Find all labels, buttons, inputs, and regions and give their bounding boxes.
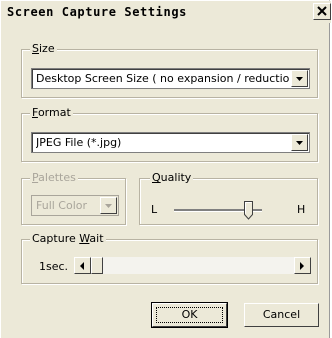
format-select[interactable]: JPEG File (*.jpg) — [31, 132, 310, 153]
focus-rect — [156, 307, 223, 323]
close-x-icon — [317, 6, 327, 16]
scroll-left-button[interactable] — [74, 257, 91, 274]
dropdown-arrow-icon — [296, 77, 303, 81]
arrow-left-icon — [80, 262, 84, 270]
palettes-dropdown-button — [100, 197, 117, 214]
scroll-right-button[interactable] — [294, 257, 311, 274]
size-group: Size Desktop Screen Size ( no expansion … — [21, 42, 318, 98]
format-group: Format JPEG File (*.jpg) — [21, 106, 318, 162]
window-title: Screen Capture Settings — [7, 5, 187, 19]
size-select[interactable]: Desktop Screen Size ( no expansion / red… — [31, 68, 310, 89]
capture-wait-scrollbar[interactable] — [74, 257, 311, 274]
format-select-value: JPEG File (*.jpg) — [36, 136, 122, 149]
capture-wait-value: 1sec. — [39, 260, 69, 273]
quality-group: Quality L H — [139, 171, 318, 225]
title-bar[interactable]: Screen Capture Settings — [1, 1, 331, 23]
palettes-select: Full Color — [31, 195, 119, 216]
dropdown-arrow-icon — [296, 141, 303, 145]
screen-capture-settings-dialog: Screen Capture Settings Size Desktop Scr… — [0, 0, 331, 338]
palettes-select-value: Full Color — [36, 199, 88, 212]
quality-slider-thumb[interactable] — [244, 201, 254, 220]
size-dropdown-button[interactable] — [291, 70, 308, 87]
quality-high-label: H — [297, 203, 306, 216]
palettes-group: Palettes Full Color — [21, 171, 126, 225]
capture-wait-label: Capture Wait — [30, 232, 106, 246]
cancel-button-label: Cancel — [262, 308, 301, 321]
capture-wait-group: Capture Wait 1sec. — [21, 232, 318, 284]
format-dropdown-button[interactable] — [291, 134, 308, 151]
quality-label: Quality — [150, 171, 194, 185]
size-select-value: Desktop Screen Size ( no expansion / red… — [36, 72, 289, 85]
scroll-thumb[interactable] — [91, 257, 103, 274]
cancel-button[interactable]: Cancel — [244, 303, 319, 327]
palettes-label: Palettes — [30, 171, 78, 185]
format-label: Format — [30, 106, 73, 120]
quality-low-label: L — [151, 203, 158, 216]
ok-button[interactable]: OK — [151, 302, 228, 328]
size-label: Size — [30, 42, 57, 56]
close-button[interactable] — [313, 3, 331, 20]
dropdown-arrow-icon — [105, 204, 112, 208]
arrow-right-icon — [300, 262, 304, 270]
